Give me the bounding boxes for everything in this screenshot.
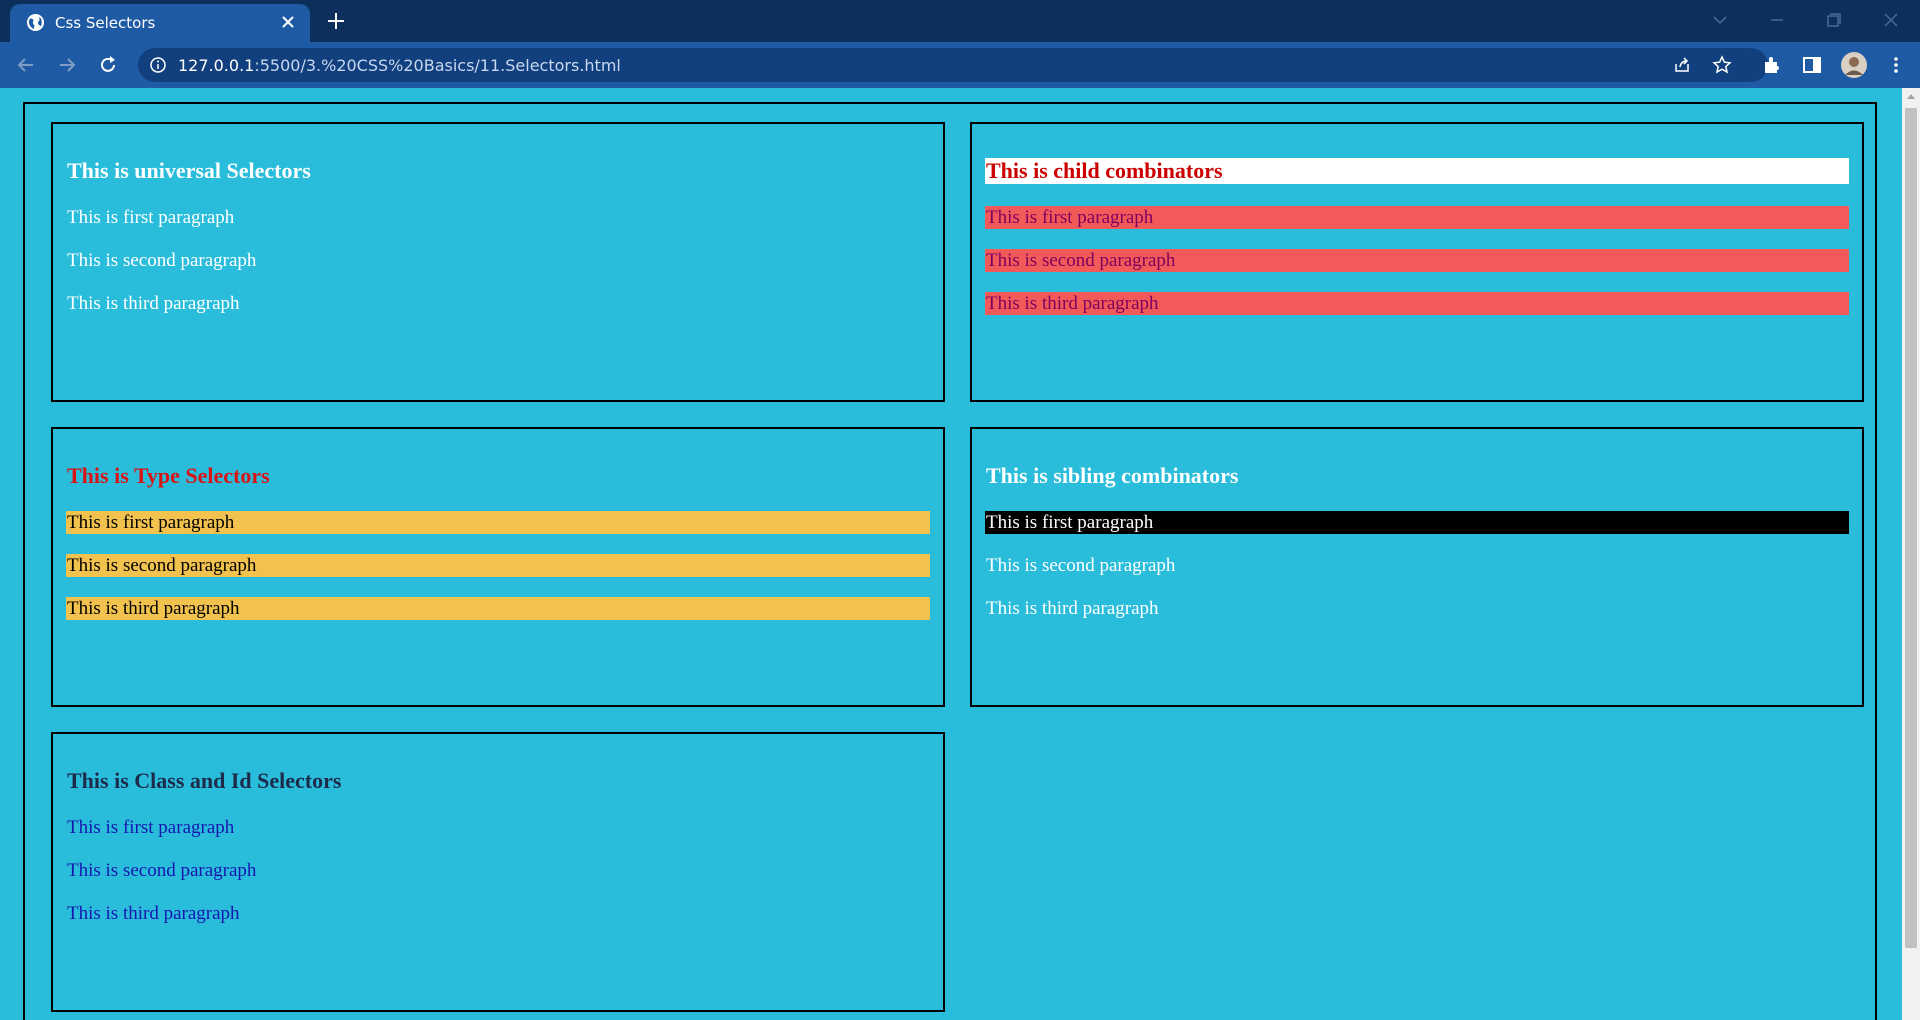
profile-avatar-icon[interactable] [1840, 51, 1868, 79]
tab-title: Css Selectors [55, 14, 156, 32]
universal-selectors-card: This is universal Selectors This is firs… [51, 122, 945, 402]
paragraph: This is second paragraph [67, 250, 257, 271]
more-menu-icon[interactable] [1884, 53, 1908, 77]
paragraph: This is third paragraph [67, 293, 240, 314]
paragraph: This is second paragraph [66, 554, 930, 577]
restore-icon[interactable] [1818, 8, 1848, 32]
share-icon[interactable] [1672, 55, 1692, 75]
paragraph: This is first paragraph [985, 206, 1849, 229]
paragraph: This is first paragraph [67, 817, 235, 838]
card-heading: This is Class and Id Selectors [67, 768, 342, 793]
side-panel-icon[interactable] [1800, 53, 1824, 77]
card-heading: This is child combinators [985, 158, 1849, 184]
forward-arrow-icon[interactable] [55, 53, 79, 77]
window-close-icon[interactable] [1876, 8, 1906, 32]
paragraph: This is third paragraph [67, 903, 240, 924]
address-bar[interactable]: 127.0.0.1:5500/3.%20CSS%20Basics/11.Sele… [138, 48, 1768, 82]
bookmark-star-icon[interactable] [1712, 55, 1732, 75]
scroll-up-arrow-icon[interactable] [1907, 94, 1915, 99]
type-selectors-card: This is Type Selectors This is first par… [51, 427, 945, 707]
sibling-combinators-card: This is sibling combinators This is firs… [970, 427, 1864, 707]
paragraph: This is first paragraph [67, 207, 235, 228]
paragraph: This is third paragraph [66, 597, 930, 620]
tab-strip: Css Selectors [0, 0, 1920, 42]
scrollbar-thumb[interactable] [1905, 108, 1917, 948]
page-viewport: This is universal Selectors This is firs… [0, 88, 1902, 1020]
vertical-scrollbar[interactable] [1902, 88, 1920, 1020]
card-heading: This is Type Selectors [67, 463, 270, 488]
class-id-selectors-card: This is Class and Id Selectors This is f… [51, 732, 945, 1012]
url-path: :5500/3.%20CSS%20Basics/11.Selectors.htm… [254, 56, 621, 75]
reload-icon[interactable] [96, 53, 120, 77]
url-host: 127.0.0.1 [178, 56, 255, 75]
url-text[interactable]: 127.0.0.1:5500/3.%20CSS%20Basics/11.Sele… [178, 56, 621, 75]
paragraph: This is second paragraph [67, 860, 257, 881]
globe-icon [26, 13, 45, 32]
paragraph: This is third paragraph [986, 598, 1159, 619]
new-tab-icon[interactable] [325, 10, 347, 32]
container: This is universal Selectors This is firs… [23, 102, 1877, 1020]
back-arrow-icon[interactable] [14, 53, 38, 77]
card-heading: This is sibling combinators [986, 463, 1239, 488]
extensions-puzzle-icon[interactable] [1760, 53, 1784, 77]
paragraph: This is second paragraph [986, 555, 1176, 576]
paragraph: This is first paragraph [66, 511, 930, 534]
browser-toolbar: 127.0.0.1:5500/3.%20CSS%20Basics/11.Sele… [0, 42, 1920, 88]
browser-tab[interactable]: Css Selectors [10, 4, 310, 42]
paragraph: This is second paragraph [985, 249, 1849, 272]
card-heading: This is universal Selectors [67, 158, 311, 183]
paragraph: This is first paragraph [985, 511, 1849, 534]
paragraph: This is third paragraph [985, 292, 1849, 315]
close-icon[interactable] [278, 12, 298, 32]
site-info-icon[interactable] [148, 55, 168, 75]
minimize-icon[interactable] [1762, 8, 1792, 32]
tab-search-chevron-icon[interactable] [1705, 8, 1735, 32]
child-combinators-card: This is child combinators This is first … [970, 122, 1864, 402]
